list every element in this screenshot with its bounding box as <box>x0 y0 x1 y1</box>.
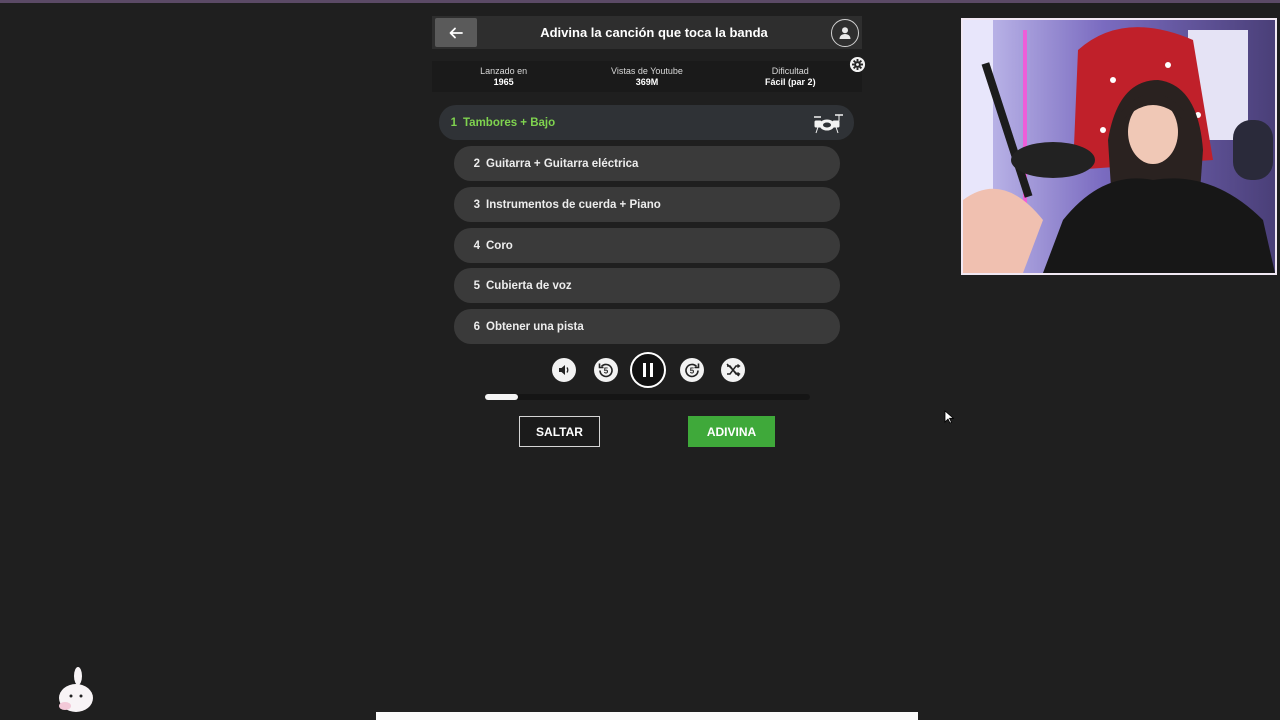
pause-icon <box>643 363 653 377</box>
hint-number: 3 <box>473 198 480 211</box>
stat-value: 369M <box>635 76 659 87</box>
hint-item-2[interactable]: 2 Guitarra + Guitarra eléctrica <box>454 146 840 181</box>
hint-item-1[interactable]: 1 Tambores + Bajo <box>439 105 854 140</box>
hint-number: 5 <box>473 279 480 292</box>
hint-item-3[interactable]: 3 Instrumentos de cuerda + Piano <box>454 187 840 222</box>
stat-youtube-views: Vistas de Youtube 369M <box>582 66 712 88</box>
stat-label: Dificultad <box>771 65 809 76</box>
streamer-webcam-image <box>963 20 1275 273</box>
hint-label: Guitarra + Guitarra eléctrica <box>486 157 639 170</box>
hint-label: Instrumentos de cuerda + Piano <box>486 198 661 211</box>
gear-icon[interactable] <box>849 56 866 73</box>
hint-number: 4 <box>473 239 480 252</box>
bottom-ad-banner <box>376 712 918 720</box>
hint-label: Tambores + Bajo <box>463 116 556 129</box>
stat-value: Fácil (par 2) <box>765 76 816 87</box>
volume-button[interactable] <box>552 358 576 382</box>
hint-item-5[interactable]: 5 Cubierta de voz <box>454 268 840 303</box>
rewind-5-icon: 5 <box>598 363 613 378</box>
back-button[interactable] <box>435 18 477 47</box>
hint-number: 2 <box>473 157 480 170</box>
hint-number: 6 <box>473 320 480 333</box>
stat-value: 1965 <box>493 76 514 87</box>
hint-label: Obtener una pista <box>486 320 584 333</box>
forward-5-icon: 5 <box>685 363 700 378</box>
hint-number: 1 <box>450 116 457 129</box>
pause-button[interactable] <box>630 352 666 388</box>
rewind-button[interactable]: 5 <box>594 358 618 382</box>
player-controls: 5 5 <box>0 352 1280 388</box>
webcam-overlay <box>961 18 1277 275</box>
mascot-bunny-icon <box>59 667 93 712</box>
guess-button[interactable]: ADIVINA <box>688 416 775 447</box>
hint-label: Cubierta de voz <box>486 279 572 292</box>
rewind-seconds: 5 <box>604 367 609 376</box>
hint-item-4[interactable]: 4 Coro <box>454 228 840 263</box>
forward-button[interactable]: 5 <box>680 358 704 382</box>
game-header: Adivina la canción que toca la banda <box>432 16 862 49</box>
arrow-left-icon <box>449 27 463 38</box>
forward-seconds: 5 <box>690 367 695 376</box>
volume-icon <box>559 365 569 375</box>
progress-fill <box>485 394 518 400</box>
stat-label: Lanzado en <box>480 65 528 76</box>
hint-item-6[interactable]: 6 Obtener una pista <box>454 309 840 344</box>
shuffle-button[interactable] <box>721 358 745 382</box>
skip-button[interactable]: SALTAR <box>519 416 600 447</box>
user-icon <box>839 26 851 39</box>
stat-release-year: Lanzado en 1965 <box>439 66 569 88</box>
progress-track[interactable] <box>485 394 810 400</box>
page-title: Adivina la canción que toca la banda <box>540 25 768 40</box>
stat-label: Vistas de Youtube <box>611 65 683 76</box>
hint-label: Coro <box>486 239 513 252</box>
stat-difficulty: Dificultad Fácil (par 2) <box>725 66 855 88</box>
shuffle-off-icon <box>726 363 741 377</box>
mouse-cursor-icon <box>944 410 954 424</box>
profile-button[interactable] <box>831 18 859 47</box>
drum-kit-icon <box>814 114 843 134</box>
top-accent-line <box>0 0 1280 3</box>
song-stats: Lanzado en 1965 Vistas de Youtube 369M D… <box>432 61 862 92</box>
